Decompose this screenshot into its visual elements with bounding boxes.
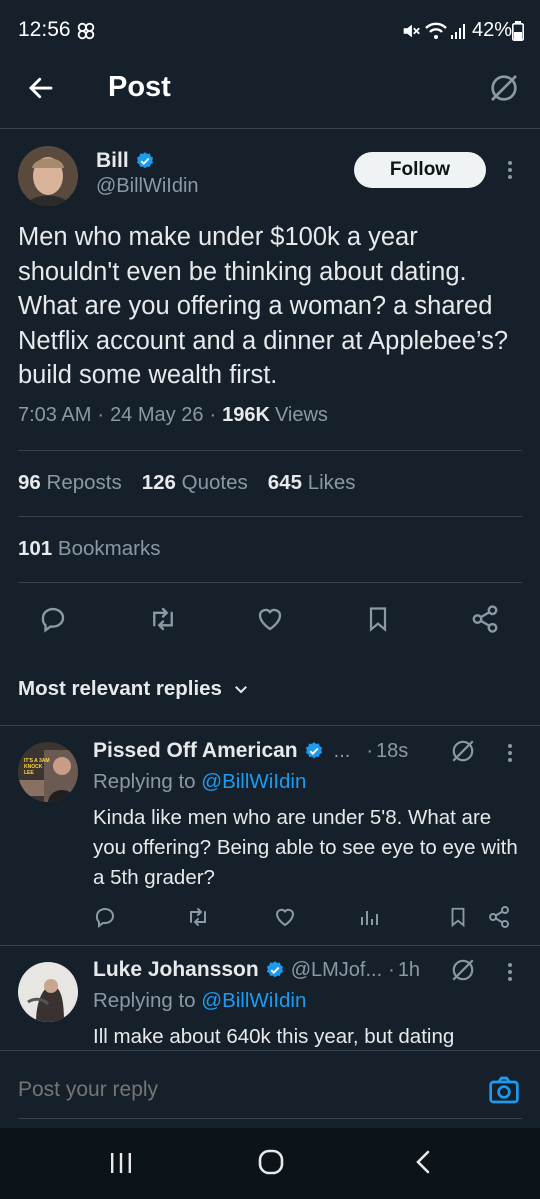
- reply-avatar[interactable]: [18, 962, 78, 1022]
- back-arrow-icon[interactable]: [26, 73, 56, 103]
- replies-header-divider: [0, 725, 540, 726]
- reply-text: Kinda like men who are under 5'8. What a…: [93, 806, 518, 889]
- pinwheel-icon: [75, 20, 97, 42]
- more-options-icon[interactable]: [500, 741, 520, 765]
- views-count: 196K: [222, 404, 270, 426]
- battery-text: 42%: [472, 19, 513, 41]
- recent-apps-icon[interactable]: [108, 1150, 134, 1176]
- reply-replying-to: Replying to @BillWiIdin: [93, 770, 307, 793]
- verified-badge-icon: [265, 960, 285, 980]
- reply-text: Ill make about 640k this year, but datin…: [93, 1025, 455, 1048]
- post-time: 7:03 AM: [18, 404, 92, 426]
- reply-icon[interactable]: [38, 604, 68, 634]
- bookmarks-divider: [18, 582, 522, 583]
- page-title: Post: [108, 71, 171, 103]
- reply-composer: [0, 1050, 540, 1129]
- system-navigation-bar: [0, 1128, 540, 1199]
- reposts-stat[interactable]: 96 Reposts: [18, 471, 122, 495]
- back-icon[interactable]: [412, 1148, 436, 1176]
- reply-author-name[interactable]: Pissed Off American: [93, 739, 298, 763]
- like-heart-icon[interactable]: [255, 604, 285, 634]
- reply-input[interactable]: [18, 1071, 458, 1109]
- reply-avatar[interactable]: IT'S A 3AM KNOCK LEE: [18, 742, 78, 802]
- header-divider: [0, 128, 540, 129]
- signal-icon: [450, 22, 468, 40]
- replying-to-handle-link[interactable]: @BillWiIdin: [201, 989, 306, 1012]
- more-options-icon[interactable]: [500, 158, 520, 182]
- post-text: Men who make under $100k a year shouldn'…: [18, 223, 509, 389]
- verified-badge-icon: [304, 741, 324, 761]
- likes-stat[interactable]: 645 Likes: [268, 471, 356, 495]
- verified-badge-icon: [135, 151, 155, 171]
- replies-sort-label: Most relevant replies: [18, 677, 222, 700]
- bookmark-icon[interactable]: [447, 905, 469, 929]
- quotes-stat[interactable]: 126 Quotes: [142, 471, 248, 495]
- more-options-icon[interactable]: [500, 960, 520, 984]
- post-date: 24 May 26: [110, 404, 204, 426]
- bookmark-icon[interactable]: [364, 604, 392, 634]
- post-action-bar: [0, 600, 540, 640]
- grok-icon[interactable]: [488, 72, 520, 104]
- views-label: Views: [274, 404, 328, 426]
- reply-time: 18s: [375, 739, 409, 762]
- replies-sort-dropdown[interactable]: Most relevant replies: [18, 677, 250, 701]
- repost-icon[interactable]: [186, 905, 210, 929]
- composer-underline: [18, 1118, 522, 1119]
- status-bar: 12:56 42%: [0, 0, 540, 62]
- post-meta: 7:03 AM · 24 May 26 · 196K Views: [18, 404, 328, 426]
- share-icon[interactable]: [470, 604, 500, 634]
- repost-icon[interactable]: [148, 604, 178, 634]
- author-avatar[interactable]: [18, 146, 78, 206]
- follow-button[interactable]: Follow: [354, 152, 486, 188]
- analytics-icon[interactable]: [357, 905, 381, 929]
- wifi-icon: [424, 20, 448, 42]
- grok-icon[interactable]: [450, 738, 476, 764]
- engagement-stats: 96 Reposts 126 Quotes 645 Likes: [18, 471, 356, 495]
- top-app-bar: Post: [0, 62, 540, 128]
- mute-icon: [400, 20, 422, 42]
- reply-time: 1h: [397, 958, 421, 981]
- replying-to-handle-link[interactable]: @BillWiIdin: [201, 770, 306, 793]
- meta-divider: [18, 450, 522, 451]
- reply-divider: [0, 945, 540, 946]
- chevron-down-icon: [232, 680, 250, 698]
- reply-action-bar: [93, 905, 523, 931]
- reply-avatar-caption: IT'S A 3AM KNOCK LEE: [24, 758, 50, 776]
- reply-author-name[interactable]: Luke Johansson: [93, 958, 259, 982]
- stats-divider: [18, 516, 522, 517]
- reply-replying-to: Replying to @BillWiIdin: [93, 989, 307, 1012]
- author-handle[interactable]: @BillWiIdin: [96, 175, 199, 198]
- share-icon[interactable]: [487, 905, 511, 929]
- home-icon[interactable]: [257, 1148, 285, 1176]
- status-time: 12:56: [18, 18, 71, 41]
- battery-icon: [512, 21, 524, 41]
- reply-ellipsis: ...: [333, 739, 351, 762]
- bookmarks-stat[interactable]: 101 Bookmarks: [18, 537, 160, 561]
- like-heart-icon[interactable]: [273, 905, 297, 929]
- reply-icon[interactable]: [93, 905, 117, 929]
- grok-icon[interactable]: [450, 957, 476, 983]
- reply-author-handle[interactable]: @LMJof...: [291, 959, 382, 982]
- author-name[interactable]: Bill: [96, 149, 129, 173]
- camera-icon[interactable]: [488, 1075, 520, 1105]
- author-block: Bill @BillWiIdin: [96, 149, 199, 198]
